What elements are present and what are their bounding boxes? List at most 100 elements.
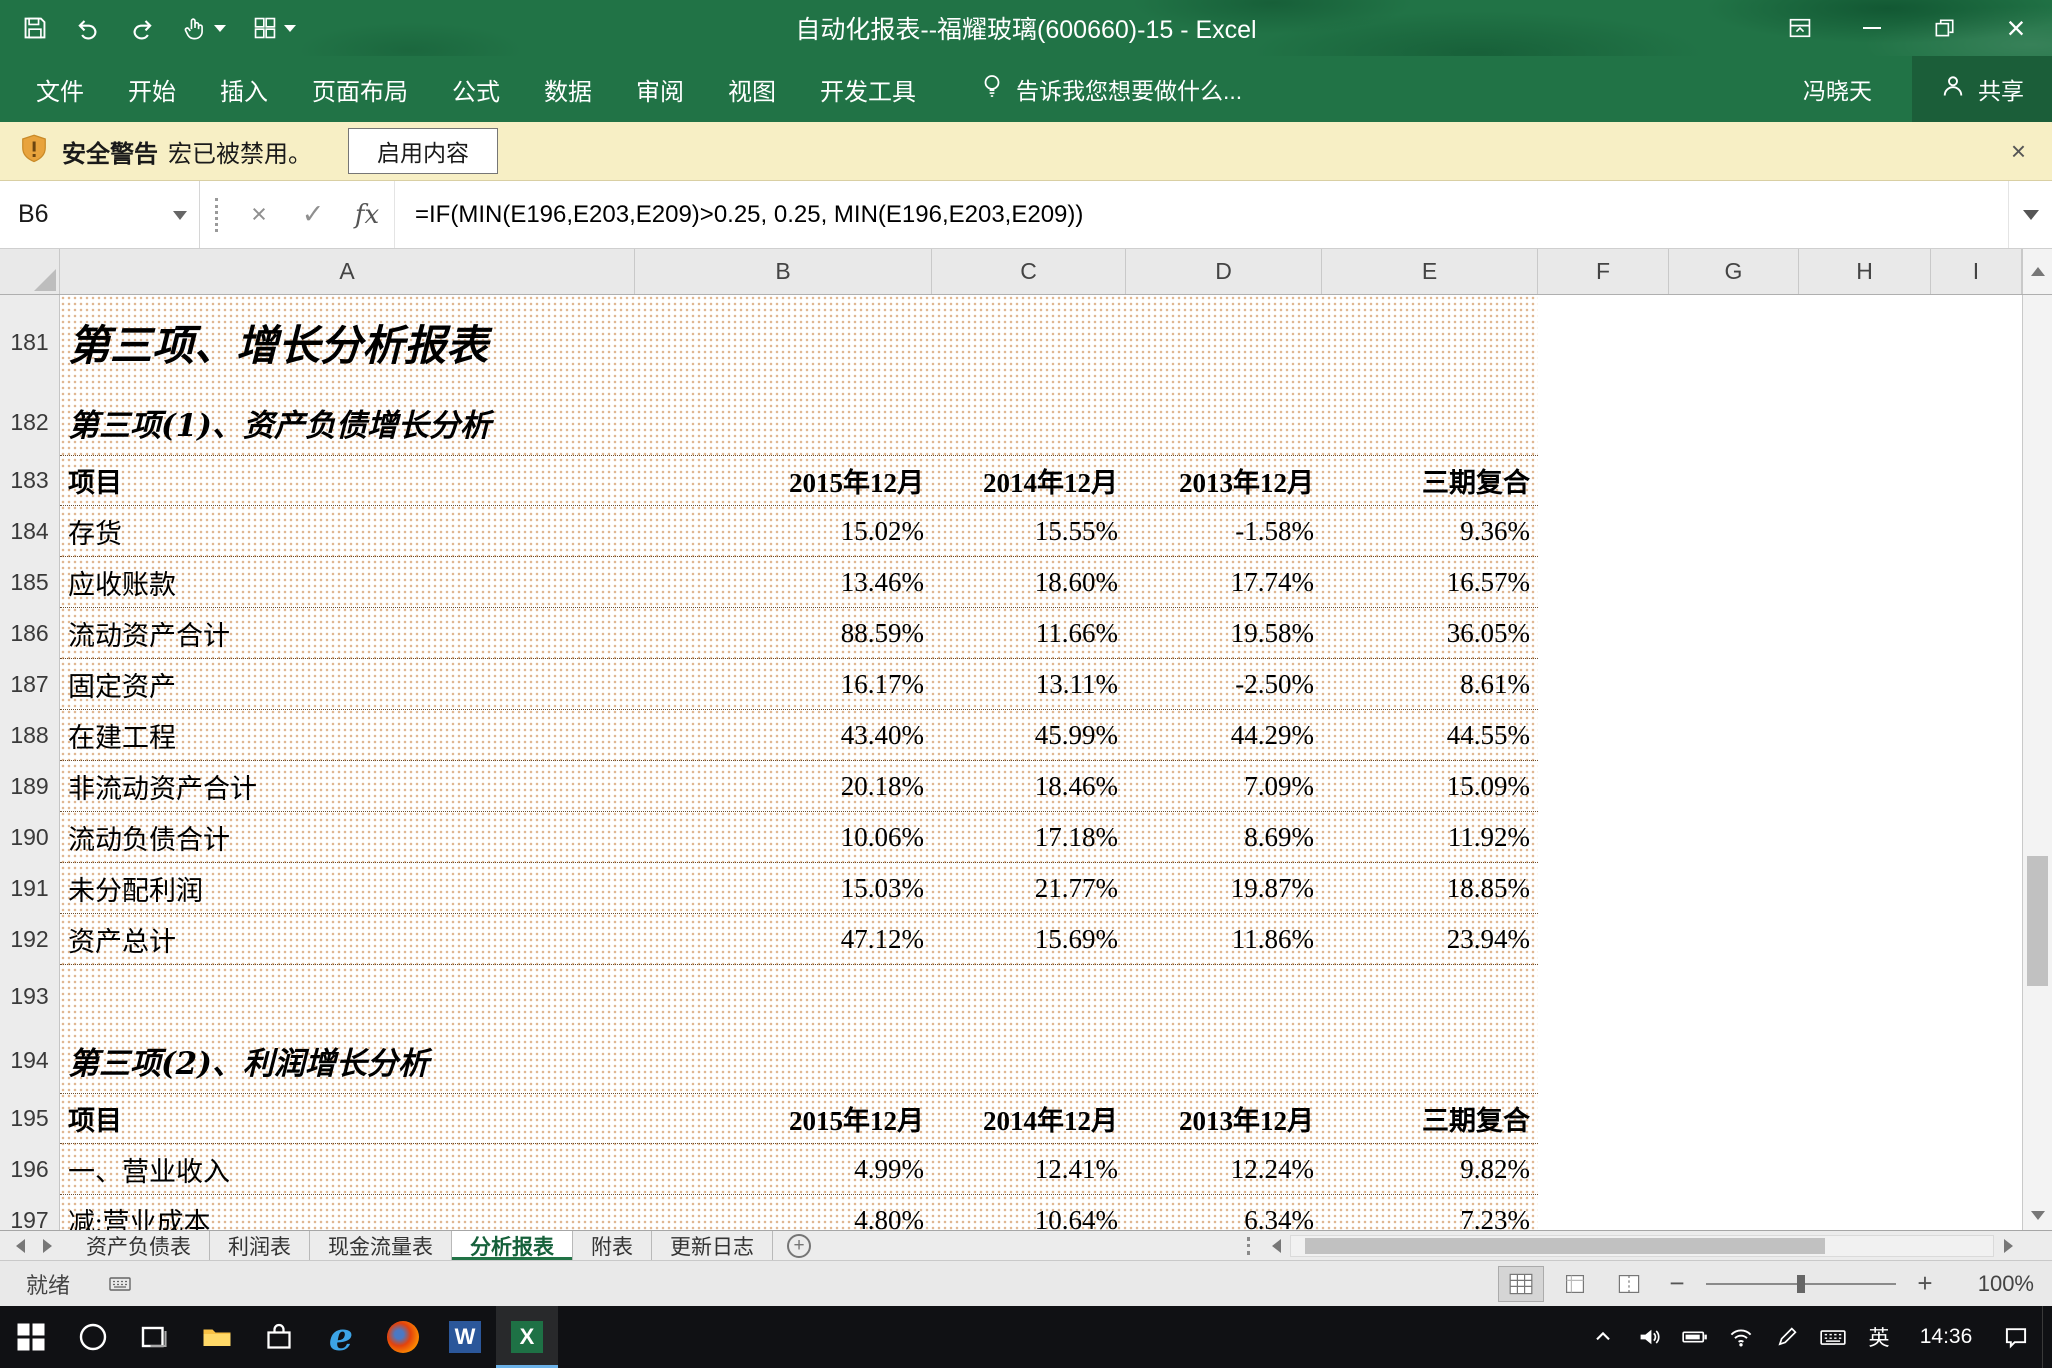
cell-C196[interactable]: 12.41% [932, 1144, 1126, 1194]
expand-formula-bar-icon[interactable] [2008, 181, 2052, 248]
cell-A186[interactable]: 流动资产合计 [60, 608, 635, 658]
row-header-189[interactable]: 189 [0, 761, 60, 812]
cell-C188[interactable]: 45.99% [932, 710, 1126, 760]
cell-B189[interactable]: 20.18% [635, 761, 932, 811]
cell-A188[interactable]: 在建工程 [60, 710, 635, 760]
cell-A195[interactable]: 项目 [60, 1094, 635, 1143]
row-header-187[interactable]: 187 [0, 659, 60, 710]
account-name[interactable]: 冯晓天 [1803, 56, 1872, 122]
row-header-190[interactable]: 190 [0, 812, 60, 863]
cell-D195[interactable]: 2013年12月 [1126, 1094, 1322, 1143]
action-center-icon[interactable] [1990, 1306, 2042, 1368]
column-header-E[interactable]: E [1322, 249, 1538, 294]
horizontal-scrollbar[interactable] [1262, 1231, 2022, 1260]
input-language-indicator[interactable]: 英 [1856, 1306, 1902, 1368]
column-header-I[interactable]: I [1931, 249, 2022, 294]
zoom-in-icon[interactable]: + [1908, 1268, 1942, 1299]
cell-E188[interactable]: 44.55% [1322, 710, 1538, 760]
row-header-184[interactable]: 184 [0, 506, 60, 557]
show-desktop-button[interactable] [2042, 1306, 2052, 1368]
column-header-F[interactable]: F [1538, 249, 1669, 294]
cell-D197[interactable]: 6.34% [1126, 1195, 1322, 1230]
cell-A192[interactable]: 资产总计 [60, 914, 635, 964]
chevron-down-icon[interactable] [173, 211, 187, 220]
cell-B197[interactable]: 4.80% [635, 1195, 932, 1230]
row-header-192[interactable]: 192 [0, 914, 60, 965]
close-button[interactable]: × [1980, 0, 2052, 56]
scroll-left-button[interactable] [1262, 1239, 1290, 1253]
enter-icon[interactable]: ✓ [286, 181, 340, 248]
name-box[interactable]: B6 [0, 181, 200, 248]
cell-D196[interactable]: 12.24% [1126, 1144, 1322, 1194]
page-layout-view-icon[interactable] [1552, 1266, 1598, 1302]
sheet-tab-4[interactable]: 附表 [573, 1231, 652, 1260]
formula-bar-handle[interactable] [200, 181, 232, 248]
ribbon-tab-7[interactable]: 视图 [706, 56, 798, 122]
cell-B191[interactable]: 15.03% [635, 863, 932, 913]
cell-B185[interactable]: 13.46% [635, 557, 932, 607]
taskbar-task-view-icon[interactable] [124, 1306, 186, 1368]
cell-B183[interactable]: 2015年12月 [635, 456, 932, 505]
column-header-C[interactable]: C [932, 249, 1126, 294]
enable-content-button[interactable]: 启用内容 [348, 128, 498, 174]
row-header-183[interactable]: 183 [0, 455, 60, 506]
ribbon-tab-6[interactable]: 审阅 [614, 56, 706, 122]
row-header-194[interactable]: 194 [0, 1027, 60, 1093]
ribbon-display-options-icon[interactable] [1764, 0, 1836, 56]
zoom-out-icon[interactable]: − [1660, 1268, 1694, 1299]
new-sheet-button[interactable]: + [787, 1234, 811, 1258]
zoom-slider-thumb[interactable] [1797, 1275, 1805, 1293]
ribbon-tab-8[interactable]: 开发工具 [798, 56, 938, 122]
cell-B196[interactable]: 4.99% [635, 1144, 932, 1194]
customize-qat-icon[interactable] [252, 15, 296, 41]
cancel-icon[interactable]: × [232, 181, 286, 248]
cell-C190[interactable]: 17.18% [932, 812, 1126, 862]
cell-B192[interactable]: 47.12% [635, 914, 932, 964]
cell-C186[interactable]: 11.66% [932, 608, 1126, 658]
horizontal-scroll-track[interactable] [1290, 1235, 1994, 1257]
cell-D187[interactable]: -2.50% [1126, 659, 1322, 709]
row-header-186[interactable]: 186 [0, 608, 60, 659]
cell-C197[interactable]: 10.64% [932, 1195, 1126, 1230]
column-header-H[interactable]: H [1799, 249, 1931, 294]
select-all-corner[interactable] [0, 249, 60, 294]
cell-C189[interactable]: 18.46% [932, 761, 1126, 811]
sheet-tab-2[interactable]: 现金流量表 [310, 1231, 452, 1260]
cell-B190[interactable]: 10.06% [635, 812, 932, 862]
cell-E196[interactable]: 9.82% [1322, 1144, 1538, 1194]
save-icon[interactable] [22, 15, 48, 41]
taskbar-store-icon[interactable] [248, 1306, 310, 1368]
ribbon-tab-4[interactable]: 公式 [430, 56, 522, 122]
cell-B186[interactable]: 88.59% [635, 608, 932, 658]
cell-A187[interactable]: 固定资产 [60, 659, 635, 709]
cell-D183[interactable]: 2013年12月 [1126, 456, 1322, 505]
taskbar-excel-icon[interactable]: X [496, 1306, 558, 1368]
row-header-188[interactable]: 188 [0, 710, 60, 761]
pen-icon[interactable] [1764, 1306, 1810, 1368]
minimize-button[interactable] [1836, 0, 1908, 56]
scroll-up-button[interactable] [2022, 249, 2052, 294]
tab-split-handle[interactable] [1247, 1237, 1250, 1255]
cell-D190[interactable]: 8.69% [1126, 812, 1322, 862]
vertical-scrollbar[interactable] [2022, 295, 2052, 1230]
cell-D185[interactable]: 17.74% [1126, 557, 1322, 607]
zoom-slider[interactable] [1706, 1283, 1896, 1285]
cell-C191[interactable]: 21.77% [932, 863, 1126, 913]
taskbar-edge-icon[interactable]: e [310, 1306, 372, 1368]
cell-A194[interactable]: 第三项(2)、利润增长分析 [60, 1027, 429, 1093]
cell-B184[interactable]: 15.02% [635, 506, 932, 556]
cell-C185[interactable]: 18.60% [932, 557, 1126, 607]
cell-E190[interactable]: 11.92% [1322, 812, 1538, 862]
cell-A184[interactable]: 存货 [60, 506, 635, 556]
close-icon[interactable]: × [2011, 136, 2026, 167]
scroll-down-button[interactable] [2023, 1200, 2052, 1230]
cell-A182[interactable]: 第三项(1)、资产负债增长分析 [60, 389, 491, 455]
vertical-scroll-thumb[interactable] [2027, 856, 2048, 986]
cell-A185[interactable]: 应收账款 [60, 557, 635, 607]
cell-C192[interactable]: 15.69% [932, 914, 1126, 964]
cell-D189[interactable]: 7.09% [1126, 761, 1322, 811]
tell-me-box[interactable]: 告诉我您想要做什么... [980, 56, 1242, 122]
touch-mouse-mode-icon[interactable] [182, 15, 226, 41]
column-header-B[interactable]: B [635, 249, 932, 294]
taskbar-cortana-icon[interactable] [62, 1306, 124, 1368]
